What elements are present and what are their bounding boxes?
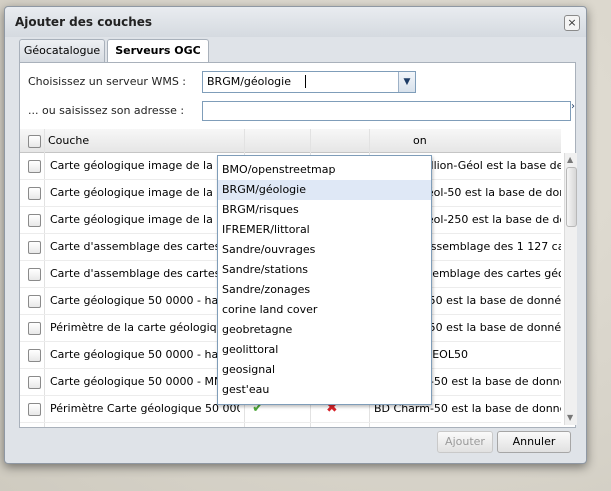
text-caret [305, 75, 306, 88]
wms-server-select[interactable]: BRGM/géologie ▼ [202, 71, 416, 93]
scroll-up-icon[interactable]: ▲ [567, 155, 573, 164]
chevron-down-icon[interactable]: ▼ [398, 72, 415, 92]
add-layers-dialog: Ajouter des couches × Géocatalogue Serve… [4, 6, 587, 464]
cell-description: d'assemblage des 1 127 cartes [414, 240, 561, 253]
dialog-title: Ajouter des couches [15, 15, 153, 29]
dropdown-option[interactable]: gest'eau [218, 380, 431, 400]
cell-description: assemblage des cartes géologi [414, 267, 561, 280]
cell-couche: Carte d'assemblage des cartes g [50, 267, 231, 280]
chevron-right-icon[interactable]: › [571, 101, 575, 112]
scroll-down-icon[interactable]: ▼ [567, 413, 573, 422]
row-checkbox[interactable] [28, 160, 41, 173]
address-input[interactable] [202, 101, 571, 121]
row-checkbox[interactable] [28, 322, 41, 335]
dropdown-option[interactable]: Sandre/ouvrages [218, 240, 431, 260]
dropdown-option[interactable]: geolittoral [218, 340, 431, 360]
add-button[interactable]: Ajouter [437, 431, 493, 453]
dropdown-option[interactable]: Sandre/stations [218, 260, 431, 280]
dropdown-option[interactable]: BMO/openstreetmap [218, 160, 431, 180]
row-checkbox[interactable] [28, 268, 41, 281]
close-icon[interactable]: × [564, 15, 580, 31]
cell-couche: Carte géologique 50 0000 - harm [50, 294, 234, 307]
cell-couche: Carte géologique image de la Fra [50, 213, 234, 226]
table-scrollbar[interactable]: ▲ ▼ [564, 153, 577, 425]
server-label: Choisissez un serveur WMS : [28, 75, 187, 88]
cell-description: -Million-Géol est la base de do [414, 159, 561, 172]
cell-description: -Géol-50 est la base de donné [414, 186, 561, 199]
dropdown-option-selected[interactable]: BRGM/géologie [218, 180, 431, 200]
dropdown-option[interactable]: BRGM/risques [218, 200, 431, 220]
cell-couche: Périmètre de la carte géologique [50, 321, 231, 334]
row-checkbox[interactable] [28, 376, 41, 389]
cell-description: -Géol-250 est la base de donné [414, 213, 561, 226]
ogc-panel: Choisissez un serveur WMS : BRGM/géologi… [19, 62, 577, 428]
dropdown-option[interactable]: geobretagne [218, 320, 431, 340]
dropdown-option[interactable]: geosignal [218, 360, 431, 380]
cancel-button[interactable]: Annuler [497, 431, 571, 453]
row-checkbox[interactable] [28, 241, 41, 254]
dropdown-option[interactable]: corine land cover [218, 300, 431, 320]
cell-couche: Carte géologique image de la Fra [50, 186, 234, 199]
cell-couche: Carte géologique 50 0000 - MNT harmon [50, 375, 240, 388]
dropdown-option[interactable]: Sandre/zonages [218, 280, 431, 300]
cell-couche: Carte d'assemblage des cartes g [50, 240, 231, 253]
cell-couche: Carte géologique 50 0000 - harmonisé [50, 348, 240, 361]
column-header-couche: Couche [48, 134, 90, 147]
select-all-checkbox[interactable] [28, 135, 41, 148]
row-checkbox[interactable] [28, 403, 41, 416]
tab-geocatalogue[interactable]: Géocatalogue [19, 39, 105, 62]
wms-server-dropdown: BMO/openstreetmap BRGM/géologie BRGM/ris… [217, 155, 432, 405]
cell-couche: Périmètre Carte géologique 50 0000 - MN [50, 402, 240, 415]
dialog-titlebar[interactable]: Ajouter des couches × [5, 7, 586, 37]
row-checkbox[interactable] [28, 187, 41, 200]
tab-serveurs-ogc[interactable]: Serveurs OGC [107, 39, 209, 63]
scrollbar-thumb[interactable] [566, 167, 577, 227]
cell-description: m-50 est la base de données g [414, 321, 561, 334]
row-checkbox[interactable] [28, 349, 41, 362]
row-checkbox[interactable] [28, 214, 41, 227]
wms-server-value: BRGM/géologie [207, 75, 291, 88]
address-label: ... ou saisissez son adresse : [28, 104, 185, 117]
cell-description: m-50 est la base de données [414, 294, 561, 307]
column-header-description: on [413, 134, 427, 147]
table-header: Couche on [20, 129, 561, 153]
cell-couche: Carte géologique image de la Fra [50, 159, 234, 172]
dropdown-option[interactable]: IFREMER/littoral [218, 220, 431, 240]
row-checkbox[interactable] [28, 295, 41, 308]
